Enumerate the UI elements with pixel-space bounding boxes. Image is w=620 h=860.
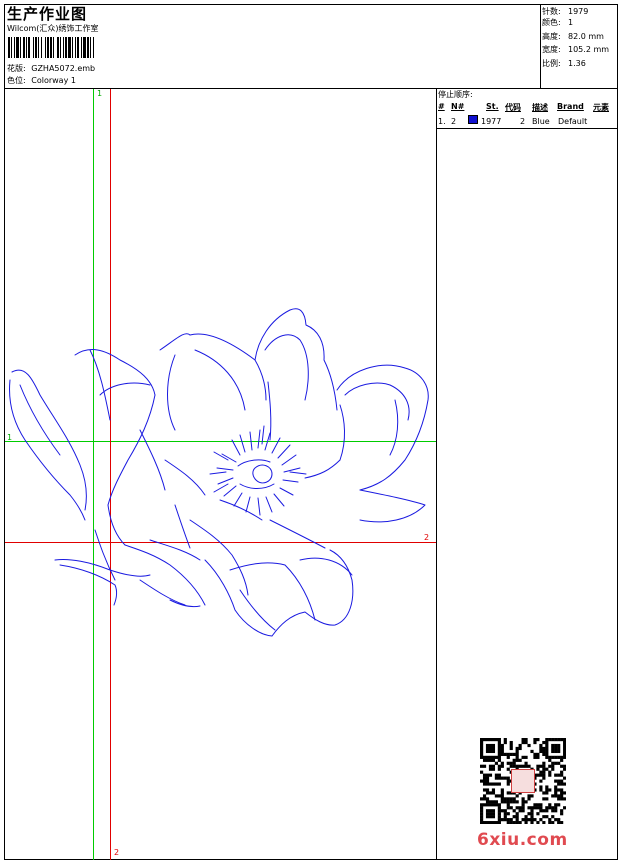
watermark-text: 6xiu.com	[477, 830, 568, 850]
flower-embroidery-artwork	[9, 308, 429, 637]
qr-center-seal-icon	[511, 769, 535, 793]
